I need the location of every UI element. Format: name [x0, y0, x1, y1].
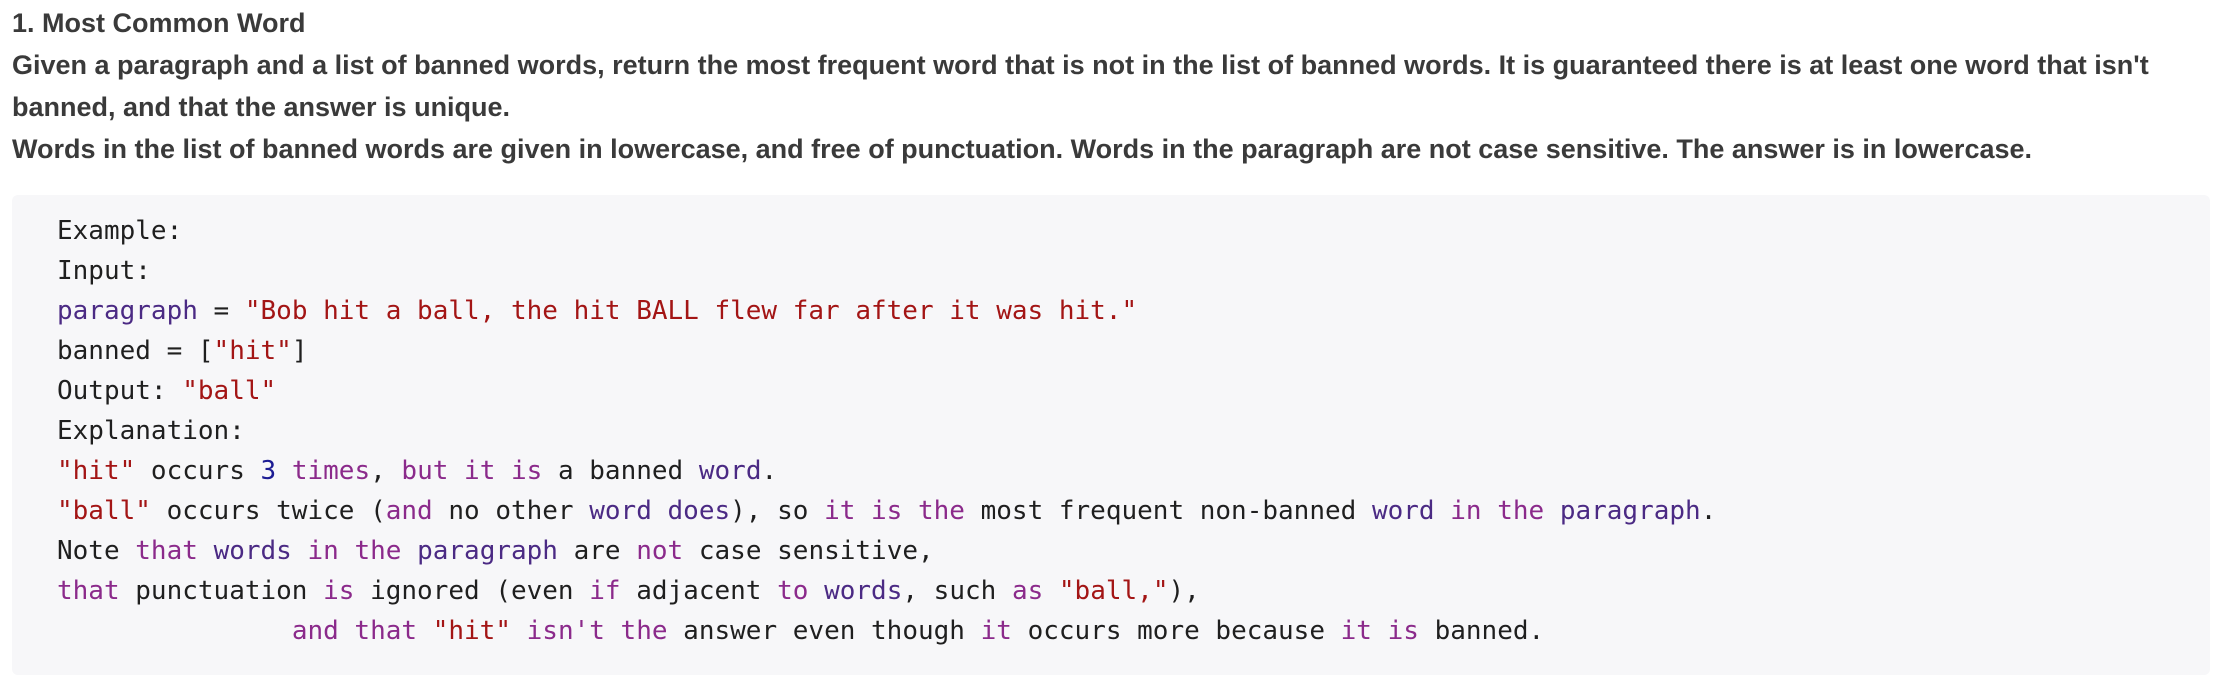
code-token: paragraph: [1559, 496, 1701, 526]
code-token: , such: [902, 576, 1012, 606]
code-line: and that "hit" isn't the answer even tho…: [57, 611, 2210, 651]
code-token: not: [636, 536, 684, 566]
code-token: if: [589, 576, 621, 606]
code-token: times: [291, 456, 371, 486]
code-token: that: [57, 576, 120, 606]
code-token: "ball": [182, 376, 277, 406]
problem-description-paragraph: Given a paragraph and a list of banned w…: [12, 50, 2149, 122]
code-line: Output: "ball": [57, 371, 2210, 411]
code-token: and that: [291, 616, 418, 646]
code-line: that punctuation is ignored (even if adj…: [57, 571, 2210, 611]
code-token: ),: [1168, 576, 1200, 606]
code-token: word: [1371, 496, 1435, 526]
code-token: occurs twice (: [150, 496, 386, 526]
code-token: banned = [: [57, 336, 214, 366]
code-token: words: [824, 576, 903, 606]
code-token: .: [761, 456, 778, 486]
code-token: Explanation:: [57, 416, 245, 446]
code-token: =: [197, 296, 245, 326]
code-token: paragraph: [57, 296, 198, 326]
code-token: a banned: [542, 456, 699, 486]
code-line: Input:: [57, 251, 2210, 291]
code-token: "hit": [213, 336, 292, 366]
example-code-block: Example: Input: paragraph = "Bob hit a bal…: [12, 195, 2210, 675]
code-token: punctuation: [119, 576, 324, 606]
code-token: ,: [370, 456, 402, 486]
code-token: as: [1011, 576, 1044, 606]
code-token: "hit": [57, 456, 136, 486]
code-token: Input:: [57, 256, 151, 286]
code-token: to: [777, 576, 809, 606]
code-line: "hit" occurs 3 times, but it is a banned…: [57, 451, 2210, 491]
code-line: banned = ["hit"]: [57, 331, 2210, 371]
code-token: case sensitive,: [683, 536, 934, 566]
code-token: occurs more because: [1011, 616, 1341, 646]
code-token: word does: [589, 496, 731, 526]
code-line: paragraph = "Bob hit a ball, the hit BAL…: [57, 291, 2210, 331]
code-token: Note: [57, 536, 136, 566]
code-line: Note that words in the paragraph are not…: [57, 531, 2210, 571]
code-line: "ball" occurs twice (and no other word d…: [57, 491, 2210, 531]
code-token: most frequent non-banned: [964, 496, 1372, 526]
code-line: Example:: [57, 211, 2210, 251]
code-token: it is: [1340, 616, 1419, 646]
code-token: are: [557, 536, 637, 566]
code-token: ignored (even: [354, 576, 590, 606]
code-token: it: [980, 616, 1012, 646]
code-token: "Bob hit a ball, the hit BALL flew far a…: [244, 296, 1138, 326]
code-token: isn't the: [526, 616, 668, 646]
problem-title: 1. Most Common Word: [12, 8, 306, 38]
code-token: in the: [1450, 496, 1545, 526]
code-token: 3: [260, 456, 277, 486]
code-token: Output:: [57, 376, 183, 406]
code-token: Example:: [57, 216, 183, 246]
problem-constraints-paragraph: Words in the list of banned words are gi…: [12, 134, 2033, 164]
code-token: that: [135, 536, 198, 566]
code-token: but it is: [401, 456, 543, 486]
code-token: it is the: [824, 496, 965, 526]
code-token: banned.: [1418, 616, 1545, 646]
code-token: occurs: [135, 456, 261, 486]
code-token: "ball": [57, 496, 151, 526]
code-token: paragraph: [417, 536, 558, 566]
code-token: ), so: [730, 496, 825, 526]
code-token: is: [323, 576, 355, 606]
code-token: in the: [307, 536, 402, 566]
code-token: adjacent: [620, 576, 778, 606]
code-token: ]: [291, 336, 308, 366]
code-token: words: [213, 536, 292, 566]
code-token: answer even though: [667, 616, 981, 646]
code-token: "ball,": [1058, 576, 1169, 606]
code-token: "hit": [432, 616, 511, 646]
code-token: no other: [432, 496, 590, 526]
code-token: .: [1700, 496, 1717, 526]
code-token: and: [385, 496, 433, 526]
code-line: Explanation:: [57, 411, 2210, 451]
code-token: word: [698, 456, 762, 486]
problem-page: 1. Most Common Word Given a paragraph an…: [0, 0, 2224, 692]
